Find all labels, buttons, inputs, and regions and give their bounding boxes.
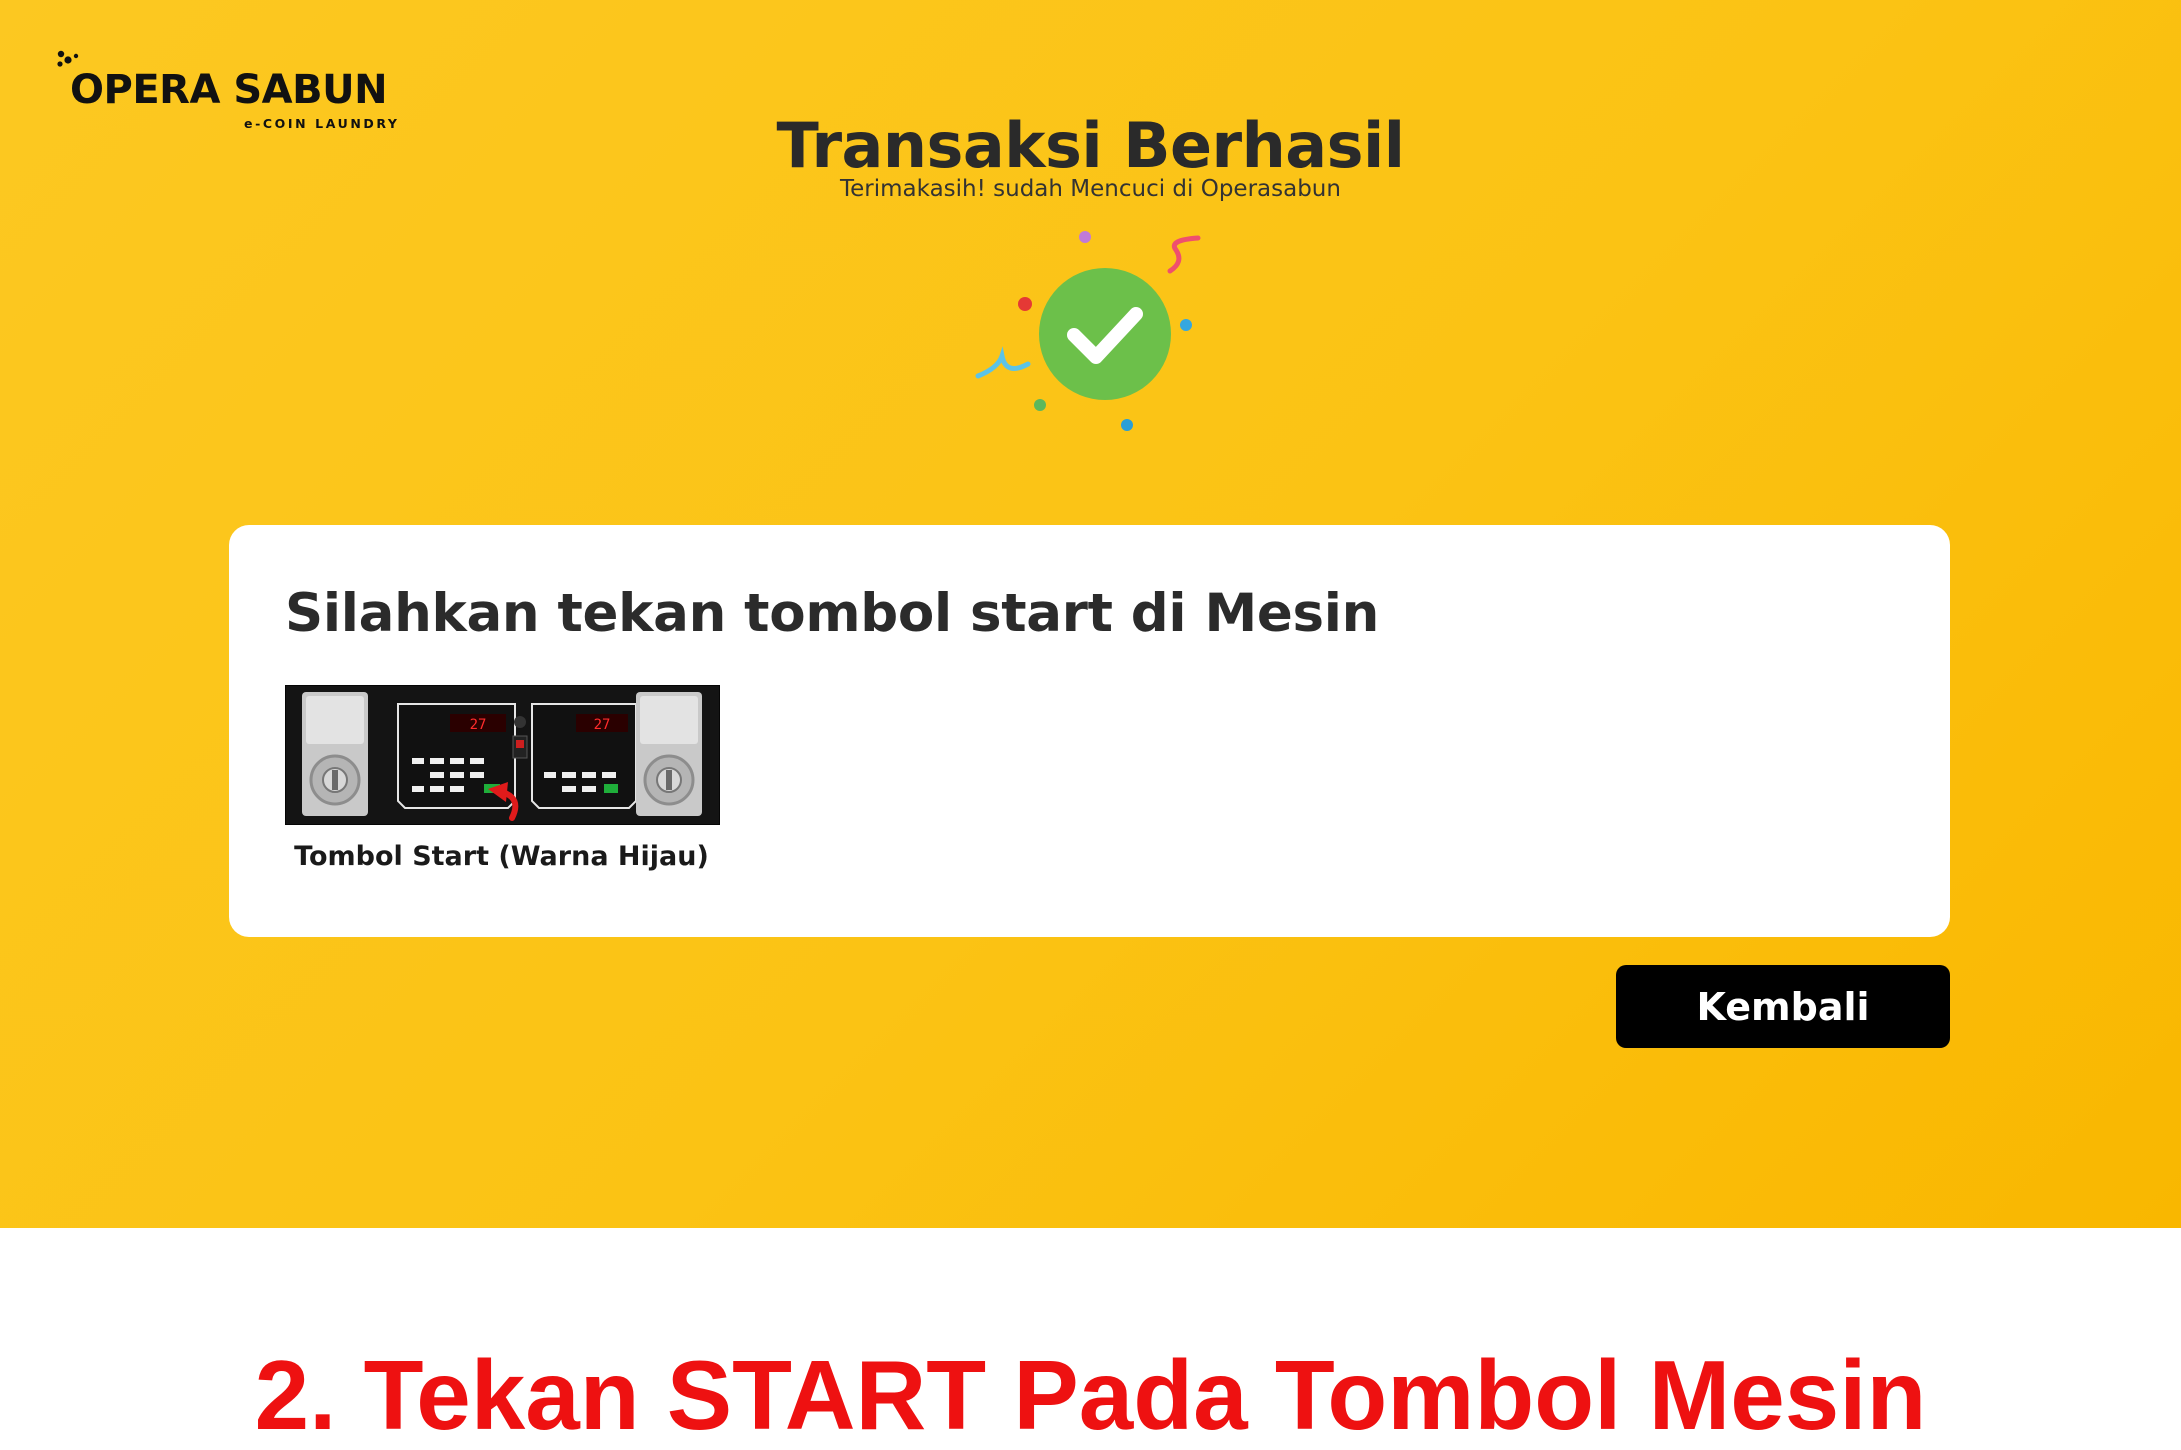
machine-panel-image: 27 27 [285, 685, 720, 825]
page-subtitle: Terimakasih! sudah Mencuci di Operasabun [840, 176, 1341, 202]
instruction-card: Silahkan tekan tombol start di Mesin 27 [229, 525, 1950, 937]
card-title: Silahkan tekan tombol start di Mesin [285, 583, 1380, 644]
app-screen: OPERA SABUN e-COIN LAUNDRY Transaksi Ber… [0, 0, 2181, 1228]
machine-image-caption: Tombol Start (Warna Hijau) [294, 841, 709, 872]
brand-name: OPERA SABUN [70, 67, 388, 113]
svg-text:27: 27 [470, 717, 487, 733]
svg-text:27: 27 [594, 717, 611, 733]
check-circle-icon [975, 231, 1201, 431]
back-button[interactable]: Kembali [1616, 965, 1950, 1048]
step-instruction: 2. Tekan START Pada Tombol Mesin [254, 1340, 1927, 1450]
page-title: Transaksi Berhasil [776, 109, 1405, 182]
